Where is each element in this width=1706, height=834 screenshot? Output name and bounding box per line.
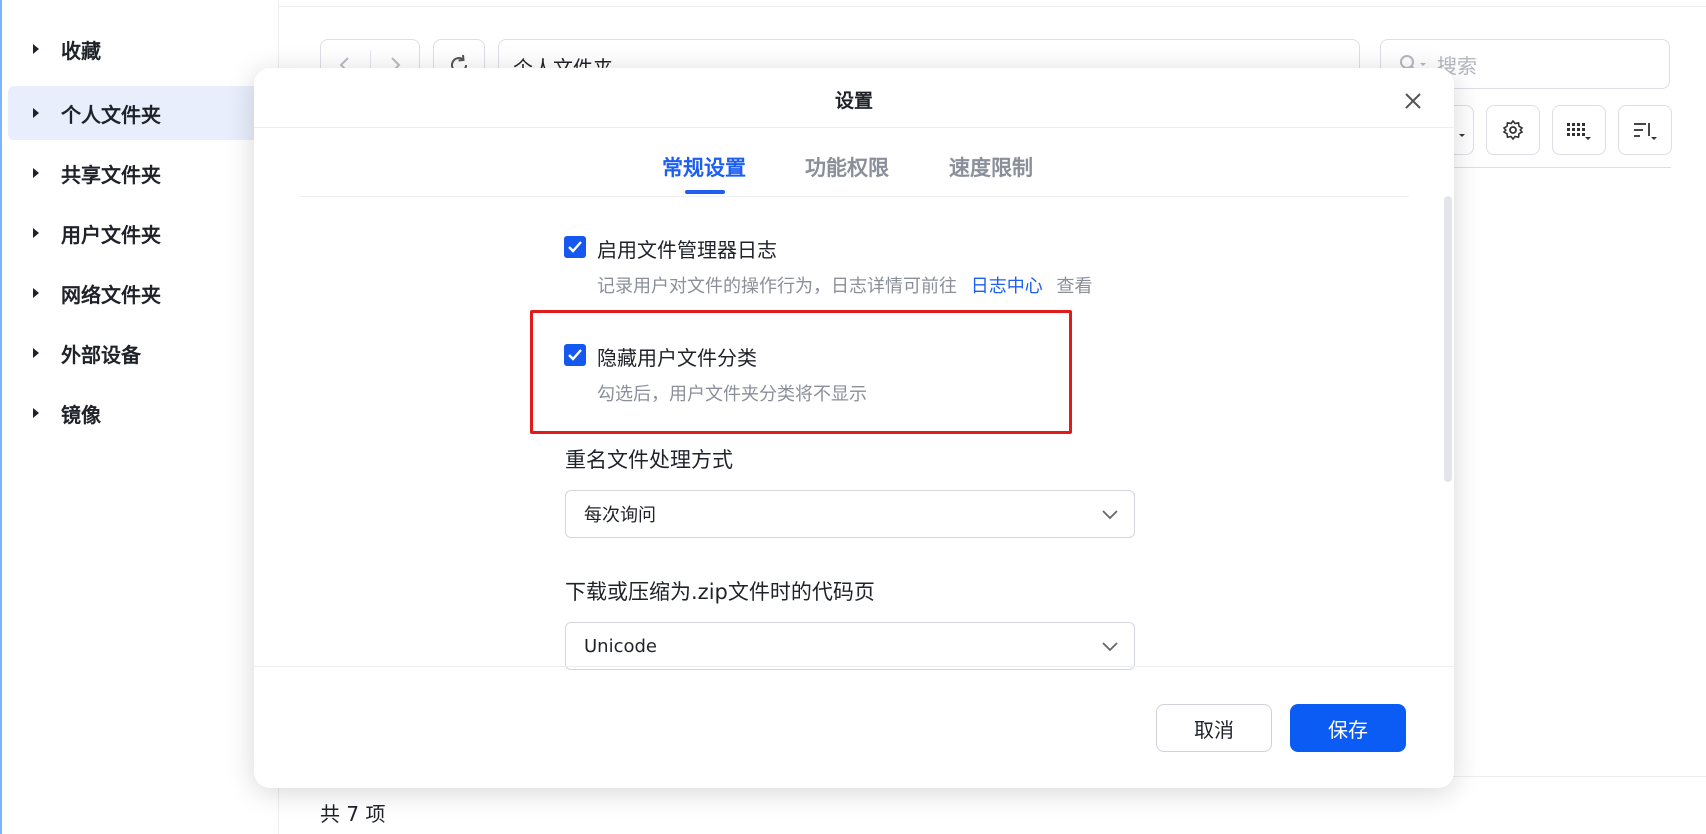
chevron-down-icon (1102, 510, 1118, 520)
expand-arrow-icon[interactable] (33, 408, 39, 418)
sidebar-item-label: 个人文件夹 (61, 102, 161, 127)
close-icon (1405, 93, 1421, 109)
select-value: Unicode (584, 635, 657, 657)
hide-user-category-checkbox[interactable] (564, 344, 586, 366)
sort-button[interactable] (1618, 105, 1672, 155)
codepage-select[interactable]: Unicode (565, 622, 1135, 670)
grid-view-button[interactable] (1552, 105, 1606, 155)
sidebar-item-label: 外部设备 (61, 342, 141, 367)
rename-handling-select[interactable]: 每次询问 (565, 490, 1135, 538)
sidebar-item-external-devices[interactable]: 外部设备 (8, 326, 278, 380)
sidebar: 收藏 个人文件夹 共享文件夹 用户文件夹 网络文件夹 外部设备 镜像 (0, 0, 279, 834)
sidebar-item-label: 共享文件夹 (61, 162, 161, 187)
enable-log-description: 记录用户对文件的操作行为，日志详情可前往 日志中心 查看 (597, 272, 1092, 298)
highlight-box (530, 310, 1072, 434)
expand-arrow-icon[interactable] (33, 44, 39, 54)
check-icon (568, 349, 582, 361)
rename-handling-label: 重名文件处理方式 (565, 448, 733, 472)
tab-general[interactable]: 常规设置 (662, 152, 746, 182)
description-text: 记录用户对文件的操作行为，日志详情可前往 (597, 276, 957, 297)
divider (278, 6, 1706, 7)
dialog-title: 设置 (834, 90, 873, 112)
check-icon (568, 241, 582, 253)
window-edge (0, 0, 2, 834)
codepage-label: 下载或压缩为.zip文件时的代码页 (565, 580, 875, 604)
sidebar-item-label: 镜像 (61, 402, 101, 427)
tab-speed-limit[interactable]: 速度限制 (949, 152, 1033, 182)
expand-arrow-icon[interactable] (33, 228, 39, 238)
sidebar-item-shared-folder[interactable]: 共享文件夹 (8, 146, 278, 200)
sidebar-item-personal-folder[interactable]: 个人文件夹 (8, 86, 278, 140)
cancel-button[interactable]: 取消 (1156, 704, 1272, 752)
item-count: 共 7 项 (320, 802, 386, 826)
enable-log-checkbox[interactable] (564, 236, 586, 258)
hide-user-category-description: 勾选后，用户文件夹分类将不显示 (597, 384, 867, 405)
save-button[interactable]: 保存 (1290, 704, 1406, 752)
chevron-down-icon (1102, 642, 1118, 652)
sidebar-item-favorites[interactable]: 收藏 (8, 22, 278, 76)
log-center-link[interactable]: 日志中心 (971, 276, 1043, 297)
expand-arrow-icon[interactable] (33, 348, 39, 358)
sidebar-item-label: 收藏 (61, 38, 101, 63)
close-button[interactable] (1397, 85, 1429, 117)
description-suffix: 查看 (1056, 276, 1093, 297)
divider (254, 666, 1454, 667)
gear-icon (1502, 119, 1524, 141)
sidebar-item-label: 网络文件夹 (61, 282, 161, 307)
scrollbar[interactable] (1444, 196, 1452, 482)
settings-dialog: 设置 常规设置 功能权限 速度限制 启用文件管理器日志 记录用户对文件的操作行为… (254, 68, 1454, 788)
expand-arrow-icon[interactable] (33, 168, 39, 178)
grid-icon (1567, 123, 1591, 140)
tab-permissions[interactable]: 功能权限 (805, 152, 889, 182)
select-value: 每次询问 (584, 505, 656, 526)
expand-arrow-icon[interactable] (33, 288, 39, 298)
hide-user-category-label: 隐藏用户文件分类 (597, 346, 757, 370)
sidebar-item-user-folder[interactable]: 用户文件夹 (8, 206, 278, 260)
settings-button[interactable] (1486, 105, 1540, 155)
tab-indicator (685, 190, 725, 194)
sidebar-item-images[interactable]: 镜像 (8, 386, 278, 440)
enable-log-label: 启用文件管理器日志 (597, 238, 777, 262)
sidebar-item-label: 用户文件夹 (61, 222, 161, 247)
sort-icon (1634, 123, 1657, 140)
expand-arrow-icon[interactable] (33, 108, 39, 118)
sidebar-item-network-folder[interactable]: 网络文件夹 (8, 266, 278, 320)
